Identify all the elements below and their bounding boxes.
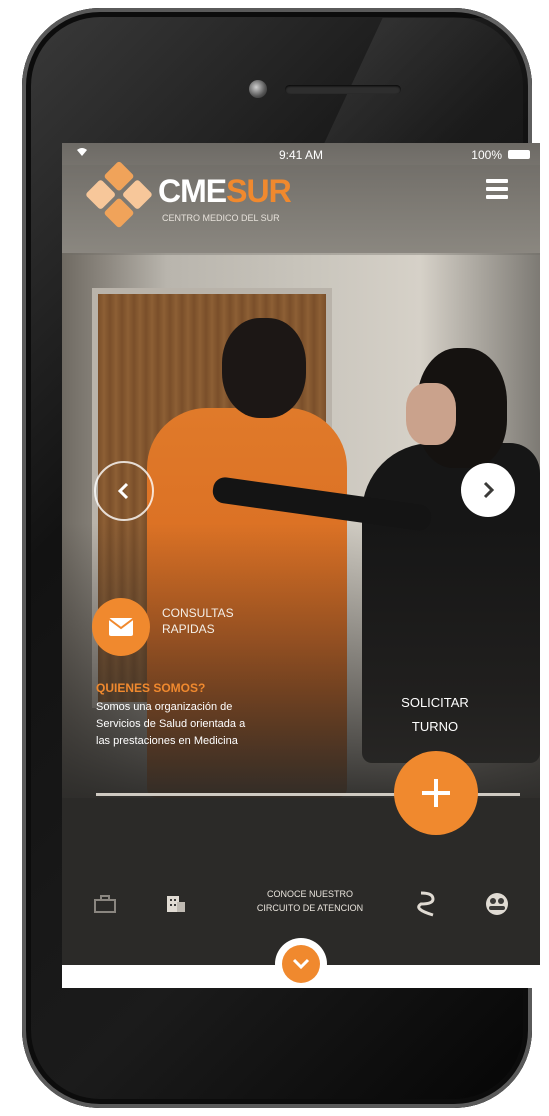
- chevron-right-icon: [483, 481, 495, 499]
- bottom-nav: CONOCE NUESTRO CIRCUITO DE ATENCION: [62, 873, 540, 933]
- logo-icon: [84, 160, 155, 232]
- menu-icon[interactable]: [486, 179, 508, 201]
- brand-logo[interactable]: CMESUR: [158, 173, 292, 210]
- status-bar: 9:41 AM 100%: [62, 143, 540, 165]
- mail-icon: [108, 618, 134, 636]
- consultas-label[interactable]: CONSULTAS RAPIDAS: [162, 605, 282, 637]
- battery-icon: [508, 150, 530, 159]
- scroll-down-button[interactable]: [275, 938, 327, 988]
- solicitar-turno-button[interactable]: [394, 751, 478, 835]
- earpiece-speaker: [285, 85, 401, 94]
- brand-subtitle: CENTRO MEDICO DEL SUR: [162, 213, 280, 223]
- chevron-left-icon: [117, 482, 129, 500]
- app-header: CMESUR CENTRO MEDICO DEL SUR: [62, 160, 540, 255]
- circuit-link[interactable]: CONOCE NUESTRO CIRCUITO DE ATENCION: [212, 887, 408, 915]
- people-icon[interactable]: [482, 889, 512, 919]
- battery-percent: 100%: [471, 148, 502, 162]
- about-title[interactable]: QUIENES SOMOS?: [96, 681, 205, 695]
- front-camera: [249, 80, 267, 98]
- app-screen: 9:41 AM 100% CMESUR CENTRO MEDICO DEL SU…: [62, 143, 540, 988]
- plus-icon: [422, 779, 450, 807]
- carousel-prev-button[interactable]: [94, 461, 154, 521]
- status-time: 9:41 AM: [278, 148, 324, 162]
- chevron-down-icon: [292, 958, 310, 970]
- carousel-next-button[interactable]: [461, 463, 515, 517]
- building-icon[interactable]: [160, 889, 190, 919]
- brand-name-cme: CME: [158, 173, 227, 209]
- brand-name-sur: SUR: [226, 173, 292, 209]
- solicitar-turno-label[interactable]: SOLICITAR TURNO: [380, 691, 490, 739]
- route-icon[interactable]: [412, 889, 442, 919]
- about-text: Somos una organización de Servicios de S…: [96, 701, 246, 747]
- briefcase-icon[interactable]: [90, 889, 120, 919]
- consultas-button[interactable]: [92, 598, 150, 656]
